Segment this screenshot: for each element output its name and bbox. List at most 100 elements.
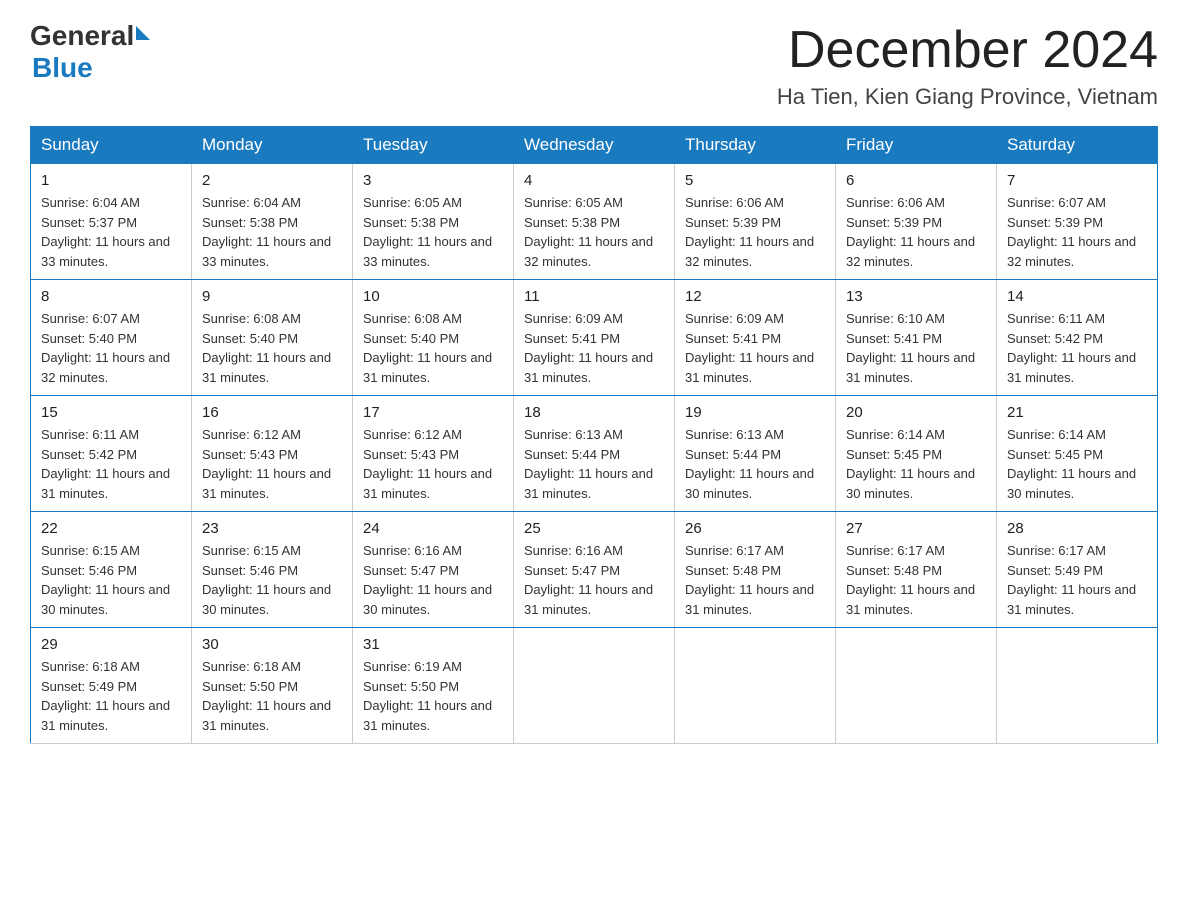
title-block: December 2024 Ha Tien, Kien Giang Provin… <box>777 20 1158 110</box>
daylight-label: Daylight: 11 hours and 33 minutes. <box>41 234 170 269</box>
daylight-label: Daylight: 11 hours and 30 minutes. <box>685 466 814 501</box>
sunset-label: Sunset: 5:38 PM <box>524 215 620 230</box>
day-number: 2 <box>202 172 342 189</box>
sunrise-label: Sunrise: 6:18 AM <box>202 659 301 674</box>
sunrise-label: Sunrise: 6:17 AM <box>685 543 784 558</box>
page-header: General Blue December 2024 Ha Tien, Kien… <box>30 20 1158 110</box>
calendar-header-saturday: Saturday <box>997 127 1158 164</box>
sunset-label: Sunset: 5:40 PM <box>363 331 459 346</box>
day-number: 15 <box>41 404 181 421</box>
daylight-label: Daylight: 11 hours and 32 minutes. <box>41 350 170 385</box>
calendar-cell: 21 Sunrise: 6:14 AM Sunset: 5:45 PM Dayl… <box>997 396 1158 512</box>
sunset-label: Sunset: 5:50 PM <box>363 679 459 694</box>
daylight-label: Daylight: 11 hours and 31 minutes. <box>41 698 170 733</box>
calendar-cell: 24 Sunrise: 6:16 AM Sunset: 5:47 PM Dayl… <box>353 512 514 628</box>
sunrise-label: Sunrise: 6:12 AM <box>363 427 462 442</box>
sunset-label: Sunset: 5:40 PM <box>41 331 137 346</box>
calendar-cell: 14 Sunrise: 6:11 AM Sunset: 5:42 PM Dayl… <box>997 280 1158 396</box>
day-info: Sunrise: 6:17 AM Sunset: 5:48 PM Dayligh… <box>846 541 986 619</box>
day-number: 27 <box>846 520 986 537</box>
sunrise-label: Sunrise: 6:14 AM <box>1007 427 1106 442</box>
calendar-cell: 5 Sunrise: 6:06 AM Sunset: 5:39 PM Dayli… <box>675 164 836 280</box>
daylight-label: Daylight: 11 hours and 30 minutes. <box>846 466 975 501</box>
calendar-header-wednesday: Wednesday <box>514 127 675 164</box>
day-number: 24 <box>363 520 503 537</box>
day-info: Sunrise: 6:08 AM Sunset: 5:40 PM Dayligh… <box>202 309 342 387</box>
calendar-cell <box>836 628 997 744</box>
daylight-label: Daylight: 11 hours and 32 minutes. <box>685 234 814 269</box>
daylight-label: Daylight: 11 hours and 32 minutes. <box>524 234 653 269</box>
sunset-label: Sunset: 5:47 PM <box>363 563 459 578</box>
calendar-cell: 9 Sunrise: 6:08 AM Sunset: 5:40 PM Dayli… <box>192 280 353 396</box>
calendar-cell: 28 Sunrise: 6:17 AM Sunset: 5:49 PM Dayl… <box>997 512 1158 628</box>
daylight-label: Daylight: 11 hours and 30 minutes. <box>363 582 492 617</box>
day-info: Sunrise: 6:19 AM Sunset: 5:50 PM Dayligh… <box>363 657 503 735</box>
sunrise-label: Sunrise: 6:11 AM <box>1007 311 1105 326</box>
calendar-cell: 10 Sunrise: 6:08 AM Sunset: 5:40 PM Dayl… <box>353 280 514 396</box>
sunset-label: Sunset: 5:46 PM <box>202 563 298 578</box>
calendar-cell: 15 Sunrise: 6:11 AM Sunset: 5:42 PM Dayl… <box>31 396 192 512</box>
day-info: Sunrise: 6:14 AM Sunset: 5:45 PM Dayligh… <box>846 425 986 503</box>
daylight-label: Daylight: 11 hours and 31 minutes. <box>524 582 653 617</box>
daylight-label: Daylight: 11 hours and 32 minutes. <box>846 234 975 269</box>
calendar-cell: 31 Sunrise: 6:19 AM Sunset: 5:50 PM Dayl… <box>353 628 514 744</box>
sunset-label: Sunset: 5:41 PM <box>524 331 620 346</box>
sunset-label: Sunset: 5:38 PM <box>363 215 459 230</box>
calendar-header-monday: Monday <box>192 127 353 164</box>
daylight-label: Daylight: 11 hours and 33 minutes. <box>363 234 492 269</box>
sunrise-label: Sunrise: 6:17 AM <box>846 543 945 558</box>
logo-general-text: General <box>30 20 134 52</box>
sunset-label: Sunset: 5:38 PM <box>202 215 298 230</box>
day-number: 26 <box>685 520 825 537</box>
sunset-label: Sunset: 5:44 PM <box>524 447 620 462</box>
calendar-cell: 2 Sunrise: 6:04 AM Sunset: 5:38 PM Dayli… <box>192 164 353 280</box>
calendar-cell: 11 Sunrise: 6:09 AM Sunset: 5:41 PM Dayl… <box>514 280 675 396</box>
day-info: Sunrise: 6:14 AM Sunset: 5:45 PM Dayligh… <box>1007 425 1147 503</box>
day-number: 13 <box>846 288 986 305</box>
calendar-header-sunday: Sunday <box>31 127 192 164</box>
day-info: Sunrise: 6:18 AM Sunset: 5:50 PM Dayligh… <box>202 657 342 735</box>
sunrise-label: Sunrise: 6:07 AM <box>41 311 140 326</box>
daylight-label: Daylight: 11 hours and 31 minutes. <box>846 350 975 385</box>
daylight-label: Daylight: 11 hours and 31 minutes. <box>685 582 814 617</box>
daylight-label: Daylight: 11 hours and 31 minutes. <box>1007 582 1136 617</box>
calendar-cell: 16 Sunrise: 6:12 AM Sunset: 5:43 PM Dayl… <box>192 396 353 512</box>
calendar-cell: 4 Sunrise: 6:05 AM Sunset: 5:38 PM Dayli… <box>514 164 675 280</box>
sunset-label: Sunset: 5:43 PM <box>202 447 298 462</box>
daylight-label: Daylight: 11 hours and 31 minutes. <box>202 466 331 501</box>
calendar-cell: 6 Sunrise: 6:06 AM Sunset: 5:39 PM Dayli… <box>836 164 997 280</box>
daylight-label: Daylight: 11 hours and 31 minutes. <box>524 350 653 385</box>
calendar-cell: 27 Sunrise: 6:17 AM Sunset: 5:48 PM Dayl… <box>836 512 997 628</box>
day-info: Sunrise: 6:12 AM Sunset: 5:43 PM Dayligh… <box>363 425 503 503</box>
daylight-label: Daylight: 11 hours and 31 minutes. <box>363 466 492 501</box>
day-info: Sunrise: 6:12 AM Sunset: 5:43 PM Dayligh… <box>202 425 342 503</box>
sunset-label: Sunset: 5:46 PM <box>41 563 137 578</box>
sunrise-label: Sunrise: 6:11 AM <box>41 427 139 442</box>
sunset-label: Sunset: 5:41 PM <box>685 331 781 346</box>
calendar-cell: 22 Sunrise: 6:15 AM Sunset: 5:46 PM Dayl… <box>31 512 192 628</box>
sunrise-label: Sunrise: 6:06 AM <box>846 195 945 210</box>
calendar-cell: 17 Sunrise: 6:12 AM Sunset: 5:43 PM Dayl… <box>353 396 514 512</box>
sunset-label: Sunset: 5:45 PM <box>846 447 942 462</box>
sunset-label: Sunset: 5:39 PM <box>1007 215 1103 230</box>
calendar-table: SundayMondayTuesdayWednesdayThursdayFrid… <box>30 126 1158 744</box>
calendar-week-row: 15 Sunrise: 6:11 AM Sunset: 5:42 PM Dayl… <box>31 396 1158 512</box>
sunset-label: Sunset: 5:47 PM <box>524 563 620 578</box>
sunset-label: Sunset: 5:39 PM <box>685 215 781 230</box>
sunrise-label: Sunrise: 6:09 AM <box>524 311 623 326</box>
day-number: 10 <box>363 288 503 305</box>
calendar-header-tuesday: Tuesday <box>353 127 514 164</box>
day-info: Sunrise: 6:07 AM Sunset: 5:39 PM Dayligh… <box>1007 193 1147 271</box>
sunrise-label: Sunrise: 6:09 AM <box>685 311 784 326</box>
calendar-week-row: 22 Sunrise: 6:15 AM Sunset: 5:46 PM Dayl… <box>31 512 1158 628</box>
logo-blue-text: Blue <box>32 52 150 84</box>
sunrise-label: Sunrise: 6:16 AM <box>363 543 462 558</box>
day-info: Sunrise: 6:07 AM Sunset: 5:40 PM Dayligh… <box>41 309 181 387</box>
calendar-cell: 30 Sunrise: 6:18 AM Sunset: 5:50 PM Dayl… <box>192 628 353 744</box>
day-info: Sunrise: 6:15 AM Sunset: 5:46 PM Dayligh… <box>41 541 181 619</box>
calendar-cell: 18 Sunrise: 6:13 AM Sunset: 5:44 PM Dayl… <box>514 396 675 512</box>
sunset-label: Sunset: 5:48 PM <box>846 563 942 578</box>
daylight-label: Daylight: 11 hours and 31 minutes. <box>685 350 814 385</box>
sunrise-label: Sunrise: 6:16 AM <box>524 543 623 558</box>
day-info: Sunrise: 6:10 AM Sunset: 5:41 PM Dayligh… <box>846 309 986 387</box>
